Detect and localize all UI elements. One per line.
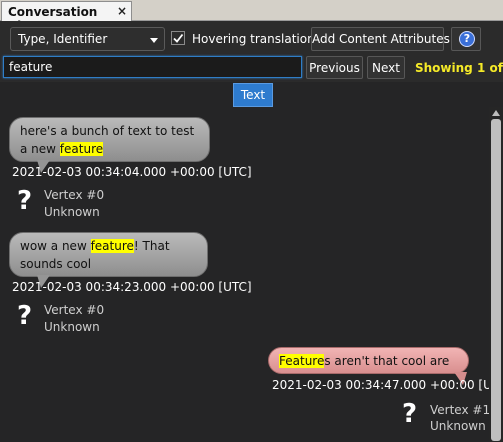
- message-text: s aren't that cool are: [324, 354, 450, 368]
- help-button[interactable]: ?: [451, 27, 481, 51]
- next-button[interactable]: Next: [367, 56, 405, 79]
- tab-conversation-view[interactable]: Conversation View ×: [1, 1, 132, 33]
- vertical-scrollbar[interactable]: [489, 107, 503, 442]
- search-input[interactable]: [3, 56, 302, 78]
- scrollbar-thumb[interactable]: [491, 119, 501, 441]
- vertex-type: Unknown: [44, 320, 100, 334]
- label-type-dropdown[interactable]: Type, Identifier: [10, 27, 165, 51]
- chevron-down-icon: [150, 38, 158, 43]
- vertex-type: Unknown: [430, 419, 486, 433]
- dropdown-value: Type, Identifier: [18, 32, 108, 46]
- message-bubble[interactable]: here's a bunch of text to test a new fea…: [9, 117, 210, 162]
- hover-translations-label[interactable]: Hovering translations: [192, 32, 321, 46]
- search-bar: Previous Next Showing 1 of 3: [0, 55, 503, 82]
- search-match-highlight: feature: [90, 239, 134, 253]
- toolbar: Type, Identifier Hovering translations A…: [0, 21, 503, 55]
- help-icon: ?: [459, 31, 475, 47]
- scroll-up-icon[interactable]: [492, 110, 500, 116]
- vertex-name[interactable]: Vertex #0: [44, 188, 104, 202]
- message-timestamp: 2021-02-03 00:34:04.000 +00:00 [UTC]: [12, 165, 252, 179]
- close-icon[interactable]: ×: [117, 4, 127, 18]
- search-match-highlight: Feature: [279, 354, 325, 368]
- previous-button[interactable]: Previous: [306, 56, 363, 79]
- unknown-vertex-icon[interactable]: ?: [17, 186, 32, 216]
- message-bubble[interactable]: Features aren't that cool are: [268, 347, 469, 374]
- message-timestamp: 2021-02-03 00:34:23.000 +00:00 [UTC]: [12, 280, 252, 294]
- conversation-pane: Text here's a bunch of text to test a ne…: [0, 82, 503, 442]
- hover-translations-checkbox[interactable]: [171, 31, 185, 45]
- text-toggle-button[interactable]: Text: [233, 83, 273, 107]
- vertex-name[interactable]: Vertex #0: [44, 303, 104, 317]
- message-text: wow a new: [20, 239, 91, 253]
- message-bubble[interactable]: wow a new feature! That sounds cool: [9, 232, 208, 277]
- tab-strip: Conversation View ×: [0, 0, 503, 33]
- add-content-attributes-button[interactable]: Add Content Attributes: [311, 27, 450, 51]
- message-timestamp: 2021-02-03 00:34:47.000 +00:00 [UTC]: [272, 378, 503, 392]
- search-match-highlight: feature: [59, 142, 104, 156]
- message-text: here's a bunch of text to test a new: [20, 124, 195, 156]
- unknown-vertex-icon[interactable]: ?: [402, 399, 417, 429]
- match-count-label: Showing 1 of 3: [415, 61, 503, 75]
- unknown-vertex-icon[interactable]: ?: [17, 301, 32, 331]
- vertex-name[interactable]: Vertex #1: [430, 403, 490, 417]
- vertex-type: Unknown: [44, 205, 100, 219]
